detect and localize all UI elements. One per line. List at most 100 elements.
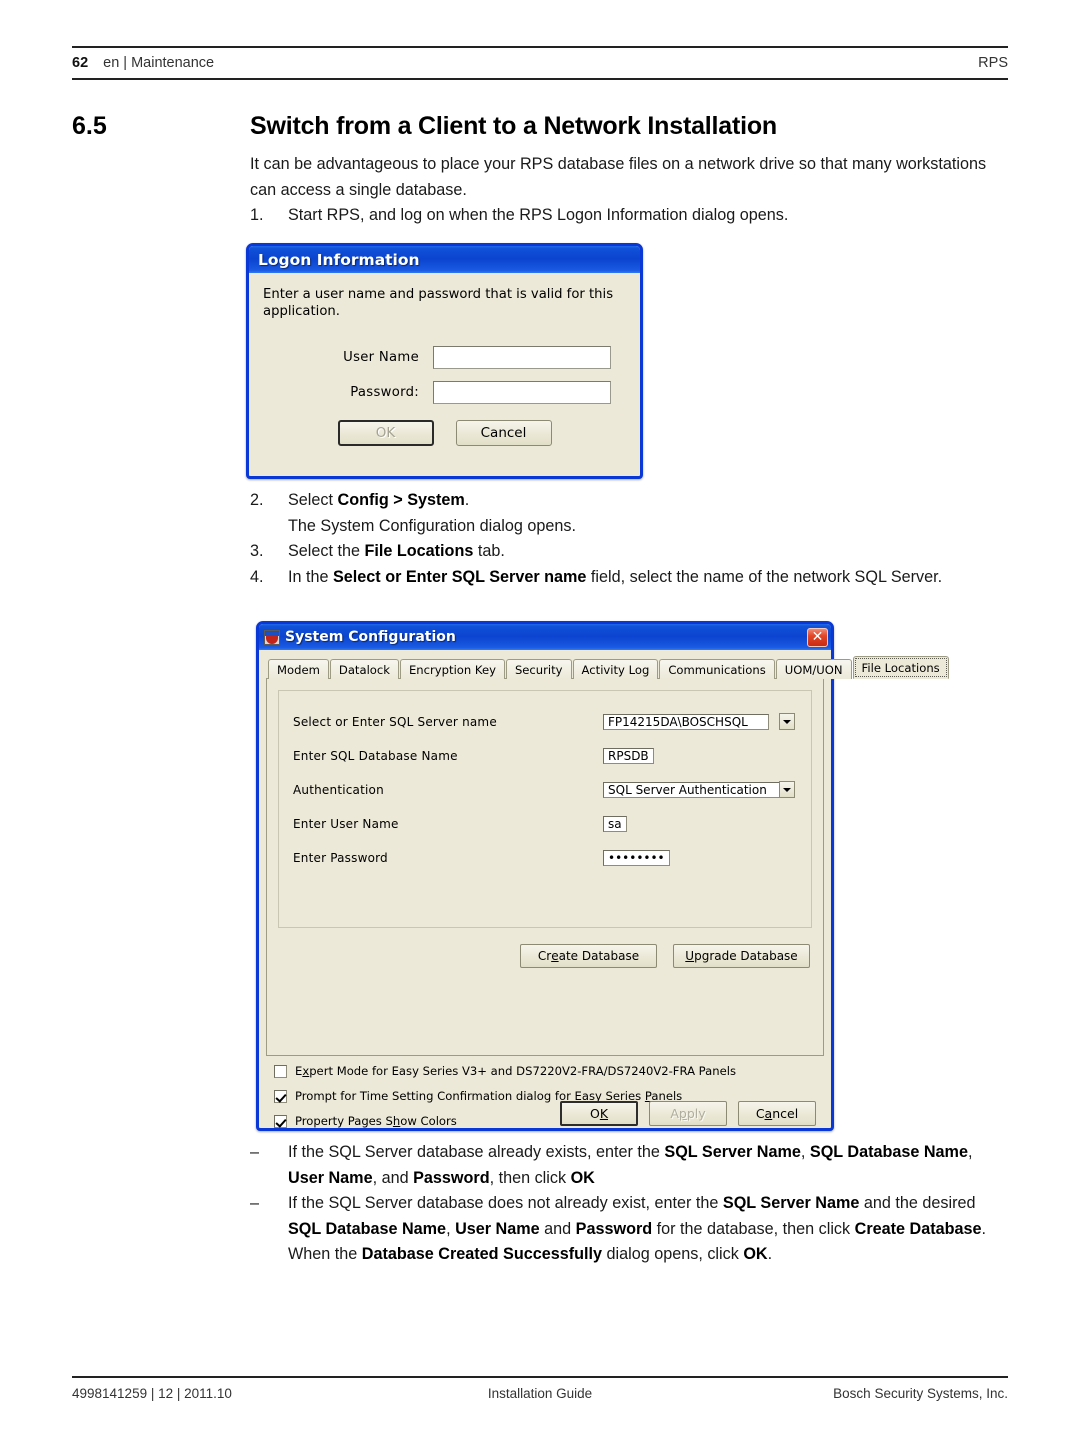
step-3: 3. Select the File Locations tab. xyxy=(250,539,1008,565)
step-1-text: Start RPS, and log on when the RPS Logon… xyxy=(288,206,789,224)
section-number: 6.5 xyxy=(72,112,107,140)
bullet-item-2: – If the SQL Server database does not al… xyxy=(250,1191,1008,1268)
create-database-post: ate Database xyxy=(558,949,640,963)
authentication-select[interactable]: SQL Server Authentication xyxy=(603,782,788,798)
database-button-row: Cr e ate Database Upgrade Database xyxy=(278,944,812,968)
sql-database-name-label: Enter SQL Database Name xyxy=(293,748,458,763)
prompt-time-setting-checkbox[interactable] xyxy=(274,1089,287,1103)
step-3-prefix: Select the xyxy=(288,542,365,560)
sql-settings-group: Select or Enter SQL Server name FP14215D… xyxy=(278,690,812,928)
logon-dialog-body: Enter a user name and password that is v… xyxy=(249,273,640,446)
sql-database-name-input[interactable]: RPSDB xyxy=(603,748,654,764)
step-4-suffix: field, select the name of the network SQ… xyxy=(586,567,943,586)
step-2: 2. Select Config > System. xyxy=(250,488,1008,514)
apply-button[interactable]: Ap ply xyxy=(649,1101,727,1126)
upgrade-database-post: pgrade Database xyxy=(694,949,798,963)
logon-password-input[interactable] xyxy=(433,381,611,404)
footer-company: Bosch Security Systems, Inc. xyxy=(833,1385,1008,1401)
bullet-2-text: If the SQL Server database does not alre… xyxy=(288,1194,986,1263)
chevron-down-icon[interactable] xyxy=(779,781,795,798)
property-pages-colors-post: ow Colors xyxy=(400,1114,457,1128)
bullet-1-mark: – xyxy=(250,1143,260,1161)
sql-server-name-label: Select or Enter SQL Server name xyxy=(293,714,497,729)
password-row: Enter Password •••••••• xyxy=(293,847,797,868)
tab-modem[interactable]: Modem xyxy=(268,659,329,679)
sysconf-action-buttons: OK Ap ply Ca ncel xyxy=(560,1101,816,1126)
property-pages-colors-checkbox[interactable] xyxy=(274,1114,287,1128)
tab-encryption-key[interactable]: Encryption Key xyxy=(399,659,505,679)
property-pages-colors-label: Property Pages Show Colors xyxy=(295,1114,457,1128)
user-name-input[interactable]: sa xyxy=(603,816,627,832)
expert-mode-label: Expert Mode for Easy Series V3+ and DS72… xyxy=(295,1064,736,1078)
sql-server-name-field: FP14215DA\BOSCHSQL xyxy=(603,711,797,732)
sql-database-name-field: RPSDB xyxy=(603,745,797,766)
authentication-label: Authentication xyxy=(293,782,384,797)
sysconf-body: Modem Datalock Encryption Key Security A… xyxy=(259,650,949,1154)
tab-datalock[interactable]: Datalock xyxy=(329,659,399,679)
bullet-1-text: If the SQL Server database already exist… xyxy=(288,1143,973,1187)
logon-fields: User Name Password: xyxy=(263,346,626,404)
header-page-number: 62 xyxy=(72,55,89,71)
logon-username-input[interactable] xyxy=(433,346,611,369)
ok-button-pre: O xyxy=(589,1106,600,1121)
authentication-row: Authentication SQL Server Authentication xyxy=(293,779,797,800)
sql-server-name-row: Select or Enter SQL Server name FP14215D… xyxy=(293,711,797,732)
logon-description: Enter a user name and password that is v… xyxy=(263,287,614,319)
create-database-button[interactable]: Cr e ate Database xyxy=(520,944,657,968)
system-configuration-dialog: System Configuration ✕ Modem Datalock En… xyxy=(256,621,949,1131)
cancel-button[interactable]: Ca ncel xyxy=(738,1101,816,1126)
step-1: 1. Start RPS, and log on when the RPS Lo… xyxy=(250,203,1008,229)
upgrade-database-button[interactable]: Upgrade Database xyxy=(673,944,810,968)
sql-server-name-input[interactable]: FP14215DA\BOSCHSQL xyxy=(603,714,769,730)
step-4-prefix: In the xyxy=(288,567,333,586)
step-2-text: Select Config > System. xyxy=(288,488,1008,514)
sysconf-titlebar[interactable]: System Configuration ✕ xyxy=(259,624,831,650)
file-locations-panel: Select or Enter SQL Server name FP14215D… xyxy=(266,678,824,1056)
upgrade-database-accel: U xyxy=(685,949,695,963)
intro-paragraph: It can be advantageous to place your RPS… xyxy=(250,155,987,199)
logon-password-label: Password: xyxy=(350,385,419,400)
sysconf-title: System Configuration xyxy=(285,629,456,645)
main-content: It can be advantageous to place your RPS… xyxy=(250,152,1008,229)
rps-app-icon xyxy=(264,629,280,645)
step-4-text: In the Select or Enter SQL Server name f… xyxy=(288,565,1008,591)
password-input[interactable]: •••••••• xyxy=(603,850,670,866)
expert-mode-checkbox[interactable] xyxy=(274,1064,287,1078)
logon-dialog-titlebar[interactable]: Logon Information xyxy=(249,246,640,273)
header-section-label: en | Maintenance xyxy=(103,55,215,71)
logon-username-label: User Name xyxy=(343,350,419,365)
page-header: 62 en | Maintenance RPS xyxy=(72,46,1008,80)
page-title: Switch from a Client to a Network Instal… xyxy=(250,112,777,140)
cancel-button-accel: a xyxy=(764,1106,773,1121)
tab-security[interactable]: Security xyxy=(505,659,572,679)
expert-mode-row: Expert Mode for Easy Series V3+ and DS72… xyxy=(274,1064,816,1078)
password-field: •••••••• xyxy=(603,847,797,868)
user-name-row: Enter User Name sa xyxy=(293,813,797,834)
user-name-label: Enter User Name xyxy=(293,816,399,831)
step-4-number: 4. xyxy=(250,567,264,586)
tab-communications[interactable]: Communications xyxy=(659,659,775,679)
page-footer: 4998141259 | 12 | 2011.10 Installation G… xyxy=(72,1376,1008,1408)
tab-activity-log[interactable]: Activity Log xyxy=(572,659,659,679)
ok-button[interactable]: OK xyxy=(560,1101,638,1126)
user-name-field: sa xyxy=(603,813,797,834)
footer-guide-title: Installation Guide xyxy=(487,1385,593,1401)
footer-document-id: 4998141259 | 12 | 2011.10 xyxy=(72,1385,232,1401)
cancel-button-post: ncel xyxy=(772,1106,799,1121)
logon-cancel-button[interactable]: Cancel xyxy=(455,420,552,446)
logon-password-row: Password: xyxy=(285,381,626,404)
bullet-list: – If the SQL Server database already exi… xyxy=(250,1140,1008,1268)
chevron-down-icon[interactable] xyxy=(779,713,795,730)
tab-uom-uon[interactable]: UOM/UON xyxy=(775,659,852,679)
logon-ok-button[interactable]: OK xyxy=(337,420,434,446)
step-3-suffix: tab. xyxy=(473,542,505,560)
apply-button-accel: p xyxy=(678,1106,687,1121)
close-icon[interactable]: ✕ xyxy=(807,627,828,647)
tab-file-locations[interactable]: File Locations xyxy=(852,656,949,679)
apply-button-post: ply xyxy=(686,1106,706,1121)
step-2-number: 2. xyxy=(250,491,264,509)
sysconf-footer: Expert Mode for Easy Series V3+ and DS72… xyxy=(266,1056,824,1128)
step-4: 4. In the Select or Enter SQL Server nam… xyxy=(250,565,1008,591)
logon-button-row: OK Cancel xyxy=(263,420,626,446)
ok-button-accel: K xyxy=(599,1106,609,1121)
